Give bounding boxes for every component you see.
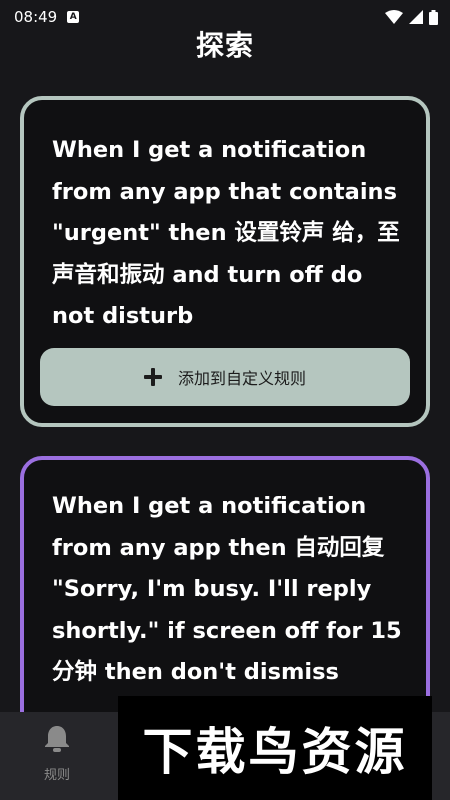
- add-button-label: 添加到自定义规则: [177, 369, 306, 388]
- watermark-overlay: 下载鸟资源: [118, 696, 432, 800]
- status-right: [385, 9, 438, 25]
- signal-icon: [409, 10, 423, 24]
- rule-description: When I get a notification from any app t…: [52, 493, 402, 685]
- rule-description: When I get a notification from any app t…: [52, 137, 400, 329]
- page-title: 探索: [195, 29, 254, 62]
- bell-icon: [44, 724, 70, 756]
- notification-app-icon: A: [67, 11, 80, 23]
- wifi-icon: [385, 10, 403, 24]
- add-to-custom-rules-button[interactable]: 添加到自定义规则: [40, 348, 410, 406]
- nav-item-rules[interactable]: 规则: [22, 724, 92, 783]
- rule-card: When I get a notification from any app t…: [20, 96, 430, 427]
- battery-icon: [429, 9, 438, 25]
- nav-item-label: 规则: [43, 768, 70, 783]
- plus-icon: [143, 368, 162, 386]
